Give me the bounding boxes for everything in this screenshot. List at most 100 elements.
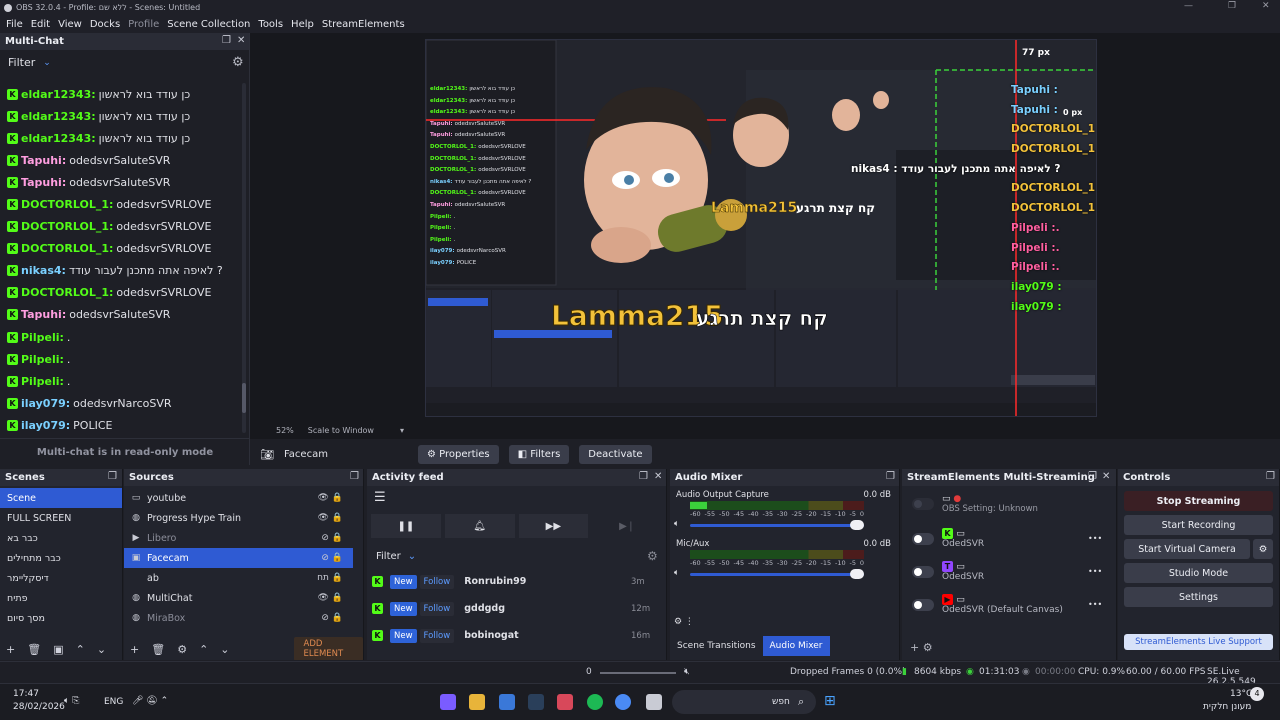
scene-item[interactable]: פתיח: [0, 588, 122, 608]
target-toggle[interactable]: [912, 598, 934, 611]
visibility-lock-icons[interactable]: 👁 🔒: [318, 593, 344, 603]
chat-username[interactable]: Tapuhi:: [21, 176, 66, 189]
gear-icon[interactable]: ⚙: [1253, 539, 1273, 559]
visibility-lock-icons[interactable]: ⊘ 🔒: [321, 553, 343, 563]
source-item[interactable]: ▶ Libero ⊘ 🔒: [124, 528, 353, 548]
studio-mode-button[interactable]: Studio Mode: [1124, 563, 1273, 583]
weather-text[interactable]: מעונן חלקית: [1203, 702, 1251, 712]
chat-username[interactable]: DOCTORLOL_1:: [21, 198, 113, 211]
visibility-lock-icons[interactable]: ⊘ 🔒: [321, 533, 343, 543]
weather-temp[interactable]: 13°C: [1230, 689, 1252, 699]
menu-icon[interactable]: ☰: [367, 486, 666, 508]
spotify-icon[interactable]: [587, 694, 603, 710]
search-box[interactable]: [672, 690, 816, 714]
source-item[interactable]: ab תח 🔒: [124, 568, 353, 588]
trash-icon[interactable]: 🗑︎: [151, 643, 165, 656]
source-item[interactable]: ◍ MiraBox ⊘ 🔒: [124, 608, 353, 628]
undock-icon[interactable]: ❐: [350, 471, 359, 482]
live-support-button[interactable]: StreamElements Live Support: [1124, 634, 1273, 650]
visibility-lock-icons[interactable]: 👁 🔒: [318, 513, 344, 523]
scale-mode[interactable]: Scale to Window: [308, 426, 374, 435]
toggle-knob[interactable]: [914, 534, 922, 543]
volume-slider[interactable]: 🔈︎: [674, 568, 864, 580]
chat-username[interactable]: Tapuhi:: [21, 308, 66, 321]
menu-file[interactable]: File: [2, 19, 27, 30]
gear-icon[interactable]: ⚙: [647, 549, 658, 563]
target-toggle[interactable]: [912, 565, 934, 578]
zoom-level[interactable]: 52%: [276, 426, 294, 435]
chat-filter[interactable]: Filter ⌄ ⚙: [0, 50, 249, 75]
undock-icon[interactable]: ❐: [1266, 471, 1275, 482]
scene-item[interactable]: Scene: [0, 488, 122, 508]
chat-username[interactable]: Tapuhi:: [21, 154, 66, 167]
chevron-down-icon[interactable]: ⌄: [97, 643, 106, 656]
explorer-icon[interactable]: [646, 694, 662, 710]
start-virtual-camera-button[interactable]: Start Virtual Camera: [1124, 539, 1250, 559]
undock-icon[interactable]: ❐: [108, 471, 117, 482]
scene-item[interactable]: FULL SCREEN: [0, 508, 122, 528]
more-icon[interactable]: •••: [1088, 534, 1102, 543]
properties-button[interactable]: ⚙ Properties: [417, 444, 499, 464]
slider-track[interactable]: [690, 573, 864, 576]
close-dock-icon[interactable]: ✕: [1102, 471, 1110, 482]
obs-taskbar-icon[interactable]: [557, 694, 573, 710]
chrome-icon[interactable]: [615, 694, 631, 710]
source-item[interactable]: ◍ Progress Hype Train 👁 🔒: [124, 508, 353, 528]
tray-more-icons[interactable]: 🎤︎ 🔕︎ ⌃: [132, 696, 168, 706]
bell-icon[interactable]: 🔔︎: [444, 514, 515, 538]
notification-badge[interactable]: 4: [1250, 687, 1264, 701]
toggle-knob[interactable]: [914, 567, 922, 576]
mixer-gear-icon[interactable]: ⚙ ⋮: [674, 617, 694, 627]
clock-time[interactable]: 17:47: [13, 689, 39, 699]
menu-docks[interactable]: Docks: [86, 19, 124, 30]
chat-username[interactable]: DOCTORLOL_1:: [21, 242, 113, 255]
tab-scene-transitions[interactable]: Scene Transitions: [670, 636, 763, 656]
slider-knob[interactable]: [850, 569, 864, 579]
close-dock-icon[interactable]: ✕: [237, 35, 245, 46]
source-item[interactable]: ◍ MultiChat 👁 🔒: [124, 588, 353, 608]
undock-icon[interactable]: ❐: [222, 35, 231, 46]
chat-username[interactable]: eldar12343:: [21, 132, 96, 145]
deactivate-button[interactable]: Deactivate: [579, 444, 652, 464]
source-item[interactable]: ▣ Facecam ⊘ 🔒: [124, 548, 353, 568]
start-recording-button[interactable]: Start Recording: [1124, 515, 1273, 535]
visibility-lock-icons[interactable]: ⊘ 🔒: [321, 613, 343, 623]
more-icon[interactable]: •••: [1088, 567, 1102, 576]
tab-audio-mixer[interactable]: Audio Mixer: [762, 636, 830, 656]
speaker-muted-icon[interactable]: 🔇︎: [684, 667, 690, 677]
stop-streaming-button[interactable]: Stop Streaming: [1124, 491, 1273, 511]
filters-button[interactable]: ◧ Filters: [508, 444, 570, 464]
toggle-knob[interactable]: [914, 600, 922, 609]
trash-icon[interactable]: 🗑︎: [27, 643, 41, 656]
discord-icon[interactable]: [440, 694, 456, 710]
maximize-icon[interactable]: ❐: [1228, 1, 1236, 11]
gear-icon[interactable]: ⚙: [177, 643, 187, 656]
undock-icon[interactable]: ❐: [886, 471, 895, 482]
chat-scrollbar[interactable]: [242, 83, 246, 433]
slider-track[interactable]: [690, 524, 864, 527]
chevron-down-icon[interactable]: ⌄: [408, 551, 416, 562]
chat-username[interactable]: DOCTORLOL_1:: [21, 220, 113, 233]
close-window-icon[interactable]: ✕: [1262, 1, 1270, 11]
volume-slider[interactable]: 🔈︎: [674, 519, 864, 531]
menu-tools[interactable]: Tools: [254, 19, 287, 30]
chat-username[interactable]: Pilpeli:: [21, 353, 64, 366]
chat-username[interactable]: Pilpeli:: [21, 375, 64, 388]
skip-end-icon[interactable]: ▶❘: [592, 514, 662, 538]
activity-filter[interactable]: Filter ⌄ ⚙: [367, 544, 666, 568]
chat-filter-label[interactable]: Filter: [8, 56, 35, 69]
add-icon[interactable]: +: [6, 643, 15, 656]
windows-start-icon[interactable]: ⊞: [824, 693, 836, 709]
speaker-icon[interactable]: 🔈︎: [674, 568, 679, 578]
menu-help[interactable]: Help: [287, 19, 318, 30]
visibility-lock-icons[interactable]: 👁 🔒: [318, 493, 344, 503]
source-item[interactable]: ▭ youtube 👁 🔒: [124, 488, 353, 508]
target-toggle[interactable]: [912, 532, 934, 545]
scene-item[interactable]: מסך סיום: [0, 608, 122, 628]
stream-preview[interactable]: Lamma215 קח קצת תרגע Lamma215 קח קצת תרג…: [425, 39, 1097, 417]
activity-filter-label[interactable]: Filter: [376, 551, 401, 562]
undock-icon[interactable]: ❐: [639, 471, 648, 482]
menu-edit[interactable]: Edit: [27, 19, 54, 30]
minimize-icon[interactable]: —: [1184, 1, 1193, 11]
settings-button[interactable]: Settings: [1124, 587, 1273, 607]
